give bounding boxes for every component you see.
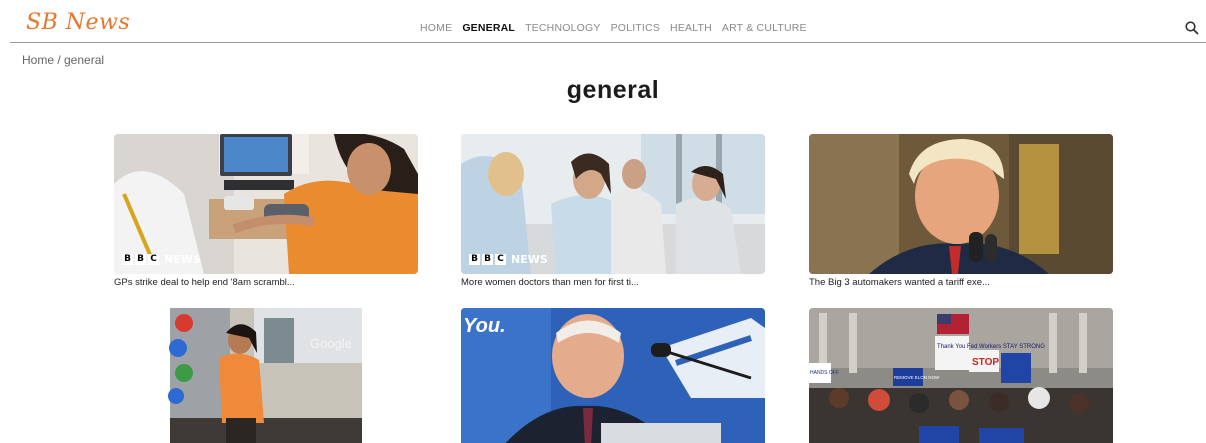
article-card[interactable]: B B C NEWS GPs strike deal to help end '… [114,134,418,288]
site-logo[interactable]: SB News [26,10,130,35]
article-image[interactable]: B B C NEWS [461,134,765,274]
google-sign-text: Google [310,336,352,351]
page-title: general [566,76,660,104]
protest-sign-2-text: STOP [972,357,999,368]
article-card[interactable]: Google [114,308,418,443]
article-card[interactable]: You. [461,308,765,443]
article-image[interactable]: Thank You Fed Workers STAY STRONG STOP H… [809,308,1113,443]
search-icon[interactable] [1184,20,1200,36]
article-image[interactable] [809,134,1113,274]
article-image[interactable]: You. [461,308,765,443]
main-nav: HOME GENERAL TECHNOLOGY POLITICS HEALTH … [420,22,807,34]
site-header: SB News HOME GENERAL TECHNOLOGY POLITICS… [10,0,1206,43]
article-title[interactable]: GPs strike deal to help end '8am scrambl… [114,277,418,288]
article-title[interactable]: More women doctors than men for first ti… [461,277,765,288]
bbc-news-badge: B B C NEWS [469,253,548,266]
protest-sign-3-text: HANDS OFF [810,370,839,376]
you-sign-text: You. [463,315,506,337]
bbc-news-badge: B B C NEWS [122,253,201,266]
nav-politics[interactable]: POLITICS [611,22,660,34]
protest-sign-4-text: REMOVE ELON NOW [894,375,940,380]
nav-home[interactable]: HOME [420,22,452,34]
protest-sign-1-text: Thank You Fed Workers STAY STRONG [937,344,1045,350]
article-card[interactable]: The Big 3 automakers wanted a tariff exe… [809,134,1113,288]
article-image[interactable]: Google [114,308,418,443]
article-card[interactable]: B B C NEWS More women doctors than men f… [461,134,765,288]
article-card[interactable]: Thank You Fed Workers STAY STRONG STOP H… [809,308,1113,443]
article-title[interactable]: The Big 3 automakers wanted a tariff exe… [809,277,1113,288]
article-image[interactable]: B B C NEWS [114,134,418,274]
breadcrumb[interactable]: Home / general [22,53,104,67]
nav-art-culture[interactable]: ART & CULTURE [722,22,807,34]
nav-technology[interactable]: TECHNOLOGY [525,22,601,34]
nav-health[interactable]: HEALTH [670,22,712,34]
nav-general[interactable]: GENERAL [462,22,515,34]
